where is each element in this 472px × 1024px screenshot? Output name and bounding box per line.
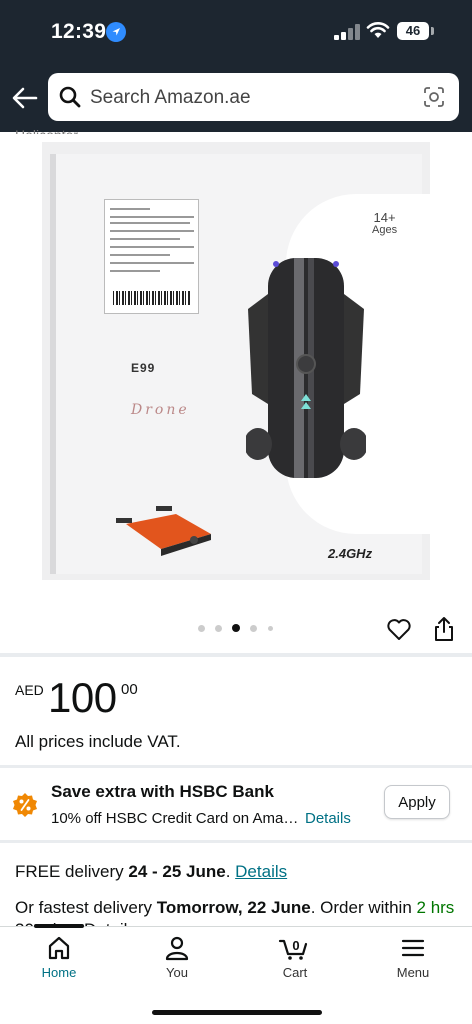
search-input[interactable] (90, 85, 410, 111)
orange-drone-illustration (116, 506, 211, 556)
product-title-partial: Helicopter (15, 120, 78, 134)
app-header: 12:39 46 (0, 0, 472, 132)
status-time: 12:39 (51, 20, 107, 43)
drone-illustration (246, 258, 366, 478)
wishlist-heart-icon[interactable] (386, 618, 412, 642)
person-icon (165, 936, 189, 961)
free-delivery-line: FREE delivery 24 - 25 June. Details (15, 862, 288, 881)
product-box: E99 Drone 14+ Ages 2.4GHz (50, 154, 436, 574)
delivery-details-link[interactable]: Details (235, 862, 287, 881)
promo-description: 10% off HSBC Credit Card on Amazo… (51, 810, 301, 827)
fastest-delivery-line: Or fastest delivery Tomorrow, 22 June. O… (15, 898, 455, 917)
battery-tip (431, 27, 434, 35)
promo-details-link[interactable]: Details (305, 810, 351, 827)
active-tab-indicator (34, 924, 84, 928)
apply-button[interactable]: Apply (384, 785, 450, 819)
fastest-delivery-date: Tomorrow, 22 June (156, 898, 311, 917)
back-arrow-icon[interactable] (10, 84, 40, 112)
box-model: E99 (131, 361, 156, 375)
home-indicator (152, 1010, 322, 1015)
price-whole: 100 (48, 674, 117, 721)
carousel-dot-active[interactable] (232, 624, 240, 632)
section-divider (0, 840, 472, 843)
vat-note: All prices include VAT. (15, 732, 181, 751)
free-delivery-dates: 24 - 25 June (128, 862, 226, 881)
cell-signal-icon (334, 24, 360, 40)
order-within-time: 2 hrs (416, 898, 455, 917)
barcode (113, 291, 191, 305)
box-script-text: Drone (131, 402, 190, 418)
battery-indicator: 46 (397, 22, 429, 40)
percent-badge-icon (13, 793, 37, 817)
cart-icon: 0 (278, 938, 308, 960)
search-bar[interactable] (48, 73, 459, 121)
cart-count: 0 (292, 938, 299, 953)
nav-cart[interactable]: 0 Cart (250, 935, 340, 980)
share-icon[interactable] (432, 615, 456, 643)
box-speed-label: 2.4GHz (328, 546, 373, 561)
location-arrow-icon (106, 22, 126, 42)
carousel-dot[interactable] (268, 626, 273, 631)
product-image[interactable]: E99 Drone 14+ Ages 2.4GHz (42, 142, 436, 580)
carousel-dot[interactable] (250, 625, 257, 632)
nav-menu[interactable]: Menu (368, 935, 458, 980)
age-rating: 14+ Ages (372, 210, 398, 236)
price-currency: AED (15, 682, 44, 698)
wifi-icon (366, 22, 390, 38)
nav-home[interactable]: Home (14, 935, 104, 980)
box-label-sticker (104, 199, 199, 314)
section-divider (0, 765, 472, 768)
carousel-dot[interactable] (198, 625, 205, 632)
nav-you[interactable]: You (132, 935, 222, 980)
carousel-dot[interactable] (215, 625, 222, 632)
menu-icon (401, 939, 425, 957)
home-icon (48, 936, 70, 960)
camera-search-icon[interactable] (422, 85, 446, 109)
price-fraction: 00 (121, 681, 138, 698)
promo-title: Save extra with HSBC Bank (51, 782, 274, 801)
section-divider (0, 653, 472, 657)
search-icon (59, 86, 81, 108)
